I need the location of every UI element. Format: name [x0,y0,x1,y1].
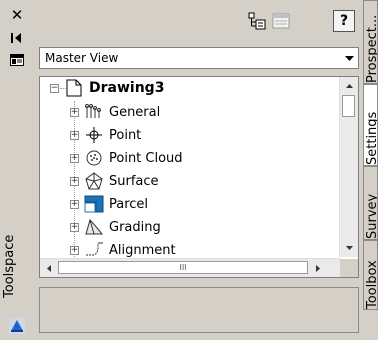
view-selector-value: Master View [45,51,119,65]
collapse-icon[interactable]: − [50,83,59,93]
item-view-icon[interactable] [246,10,268,32]
tab-label: Settings [365,111,378,165]
tree-item-grading[interactable]: + Grading [70,216,161,238]
tree-item-point[interactable]: + Point [70,124,141,146]
tree-horizontal-scrollbar[interactable]: III [40,258,340,277]
expand-icon[interactable]: + [70,153,79,163]
tree-item-surface[interactable]: + Surface [70,170,159,192]
properties-icon[interactable] [7,50,27,70]
toolspace-tabs: Prospect... Settings Survey Toolbox [363,0,378,340]
tree-item-alignment[interactable]: + Alignment [70,239,176,257]
tree-root-drawing[interactable]: − Drawing3 [50,77,164,99]
tree-item-label: General [109,104,161,120]
tree-item-label: Alignment [109,242,176,258]
help-button[interactable]: ? [333,10,355,32]
expand-icon[interactable]: + [70,130,79,140]
tab-settings[interactable]: Settings [363,84,378,166]
tree-item-point-cloud[interactable]: + Point Cloud [70,147,183,169]
tab-label: Survey [365,193,378,239]
settings-tree[interactable]: − Drawing3 + General + Point + Point Clo… [39,76,359,278]
expand-icon[interactable]: + [70,107,79,117]
point-icon [83,125,105,145]
tree-vertical-scrollbar[interactable] [339,77,358,257]
tree-item-parcel[interactable]: + Parcel [70,193,148,215]
expand-icon[interactable]: + [70,199,79,209]
view-selector-dropdown[interactable]: Master View [39,47,359,69]
vertical-scroll-thumb[interactable] [342,95,355,117]
expand-icon[interactable]: + [70,176,79,186]
palette-app-icon[interactable] [7,316,27,336]
tab-label: Prospect... [365,14,378,83]
surface-icon [83,171,105,191]
palette-title: Toolspace [2,234,17,298]
parcel-icon [83,194,105,214]
tree-item-label: Grading [109,219,161,235]
tree-root-label: Drawing3 [89,80,165,96]
tab-survey[interactable]: Survey [363,166,378,240]
tree-item-label: Parcel [109,196,149,212]
chevron-down-icon[interactable] [340,48,358,68]
tab-label: Toolbox [365,260,378,309]
scroll-grip: III [179,263,187,272]
scroll-up-icon[interactable] [341,78,357,94]
tab-toolbox[interactable]: Toolbox [363,240,378,310]
tree-item-general[interactable]: + General [70,101,160,123]
scroll-down-icon[interactable] [341,240,357,256]
close-icon[interactable]: ✕ [7,5,27,25]
tree-item-label: Point [109,127,142,143]
tree-item-label: Point Cloud [109,150,183,166]
tree-item-label: Surface [109,173,159,189]
expand-icon[interactable]: + [70,222,79,232]
drawing-document-icon [63,78,85,98]
tab-prospector[interactable]: Prospect... [363,0,378,84]
expand-icon[interactable]: + [70,245,79,255]
scroll-right-icon[interactable] [310,260,326,276]
alignment-icon [83,240,105,257]
grading-icon [83,217,105,237]
horizontal-scroll-thumb[interactable]: III [58,261,308,274]
point-cloud-icon [83,148,105,168]
auto-hide-icon[interactable] [7,28,27,48]
scrollbar-corner [340,259,358,277]
scroll-left-icon[interactable] [41,260,57,276]
palette-title-bar: ✕ Toolspace [0,0,36,340]
list-view-icon[interactable] [270,10,292,32]
item-preview-area [39,287,359,333]
general-collection-icon [83,102,105,122]
